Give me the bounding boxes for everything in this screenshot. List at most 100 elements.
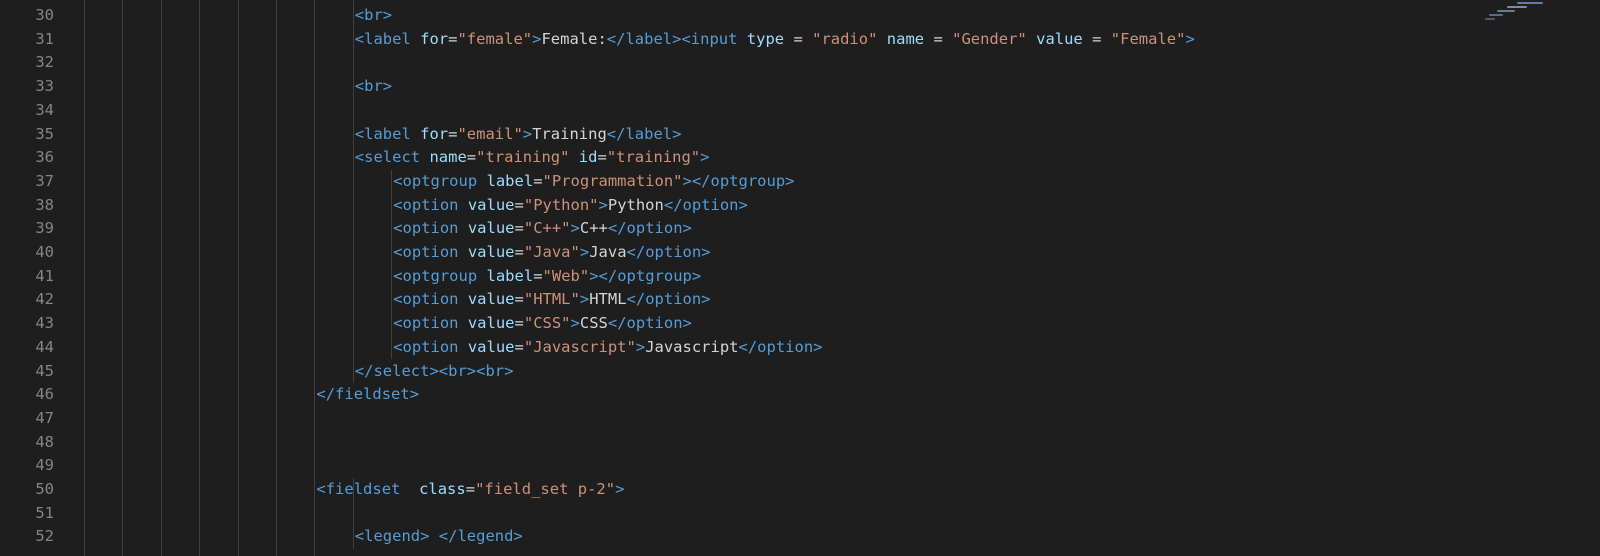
code-token: value	[1036, 29, 1083, 48]
code-token: =	[533, 171, 543, 190]
code-token: >	[635, 337, 646, 356]
code-token: <option	[393, 337, 468, 356]
code-area[interactable]: <br> <label for = "female" > Female:</label><…	[0, 0, 1600, 556]
code-token: </option>	[663, 195, 748, 214]
code-line[interactable]: <fieldset class="field_set p-2">	[316, 478, 624, 502]
code-token: "HTML"	[523, 290, 580, 309]
code-line[interactable]: <br>	[355, 75, 392, 99]
code-token: =	[465, 480, 476, 498]
code-token: </label><input	[606, 29, 747, 48]
code-line[interactable]: <option value="HTML">HTML</option>	[393, 288, 710, 312]
code-token: value	[467, 337, 515, 356]
code-token: >	[700, 148, 710, 167]
code-token: "radio"	[812, 29, 878, 48]
minimap-line	[1497, 10, 1515, 12]
indent-guide	[276, 0, 277, 556]
code-token: </option>	[626, 290, 711, 309]
code-token: class	[419, 480, 466, 498]
code-token: value	[467, 195, 515, 214]
code-token: ></optgroup>	[682, 171, 795, 190]
code-token: Female:	[541, 29, 607, 48]
code-token: C++	[579, 219, 608, 238]
code-token: =	[784, 29, 813, 48]
minimap[interactable]	[1485, 0, 1560, 30]
indent-guide	[391, 169, 393, 360]
code-token: <option	[393, 219, 468, 238]
code-token: </option>	[607, 219, 692, 238]
code-token: value	[467, 290, 515, 309]
code-token: Python	[607, 195, 664, 214]
code-editor[interactable]: 30 31 32 33 34 35 36 37 38 39 40 41 42 43 44 45 46 47 48 49…	[0, 0, 1600, 556]
code-token: </option>	[626, 243, 711, 261]
code-token: label	[486, 171, 534, 190]
code-token: "C++"	[523, 219, 571, 238]
code-token: <br>	[354, 6, 393, 24]
code-token: <option	[393, 243, 468, 261]
indent-guide	[122, 0, 124, 556]
code-line[interactable]: <option value="C++">C++</option>	[393, 217, 692, 241]
code-token: <fieldset	[316, 480, 410, 498]
indent-guide	[199, 0, 201, 556]
code-token: "CSS"	[523, 314, 571, 333]
code-line[interactable]: <optgroup label="Web"></optgroup>	[393, 265, 701, 289]
code-token: =	[514, 243, 524, 261]
code-token: >	[570, 219, 580, 238]
code-token: <br>	[354, 77, 393, 96]
code-token: <label	[354, 124, 421, 143]
code-token: "Java"	[523, 243, 580, 261]
code-token: "Gender"	[952, 29, 1027, 48]
code-token: =	[924, 29, 953, 48]
code-line[interactable]: <select name="training" id="training">	[355, 146, 710, 170]
code-token: Java	[589, 243, 627, 261]
indent-guide	[160, 0, 162, 556]
code-token: =	[1082, 29, 1111, 48]
code-token: "training"	[476, 148, 570, 167]
code-token: <option	[393, 314, 468, 333]
code-token: for	[420, 124, 449, 143]
code-token: CSS	[579, 314, 608, 333]
code-line[interactable]: <label for = "female" > Female:</label><inpu…	[355, 28, 1195, 52]
code-token: type	[746, 29, 785, 48]
indent-guide	[237, 0, 239, 556]
code-token: >	[615, 480, 625, 498]
code-token: </option>	[607, 314, 692, 333]
code-line[interactable]: </fieldset>	[316, 383, 419, 407]
code-token: =	[533, 266, 543, 285]
code-token: "field_set p-2"	[475, 480, 616, 498]
code-token: value	[467, 243, 515, 261]
minimap-line	[1485, 18, 1495, 20]
code-token: name	[429, 148, 467, 167]
code-token: label	[486, 266, 534, 285]
code-token: =	[466, 148, 477, 167]
code-token: "Javascript"	[523, 337, 636, 356]
code-token: =	[597, 148, 607, 167]
code-token: </select><br><br>	[354, 361, 514, 380]
code-token: ></optgroup>	[589, 266, 702, 285]
code-token: name	[886, 29, 925, 48]
code-token: <option	[393, 290, 468, 309]
code-line[interactable]: </select><br><br>	[355, 360, 514, 384]
code-line[interactable]: <label for="email">Training</label>	[355, 123, 682, 147]
code-token: <option	[393, 195, 468, 214]
code-line[interactable]: <option value="Javascript">Javascript</o…	[393, 336, 822, 360]
code-line[interactable]: <optgroup label="Programmation"></optgro…	[393, 170, 794, 194]
code-line[interactable]: <option value="Python">Python</option>	[393, 194, 748, 218]
code-token: "female"	[457, 29, 533, 48]
code-line[interactable]: <option value="CSS">CSS</option>	[393, 312, 692, 336]
minimap-line	[1507, 6, 1527, 8]
code-token: "Programmation"	[542, 171, 683, 190]
indent-guide	[314, 0, 316, 556]
code-token: >	[579, 243, 590, 261]
code-token: =	[514, 290, 524, 309]
code-line[interactable]: <legend> </legend>	[355, 525, 523, 549]
code-line[interactable]: <option value="Java">Java</option>	[393, 241, 710, 265]
indent-guide	[84, 0, 85, 556]
code-token: "Web"	[542, 266, 590, 285]
code-token: Javascript	[645, 337, 739, 356]
code-line[interactable]: <br>	[355, 4, 392, 28]
code-token: Training	[532, 124, 607, 143]
